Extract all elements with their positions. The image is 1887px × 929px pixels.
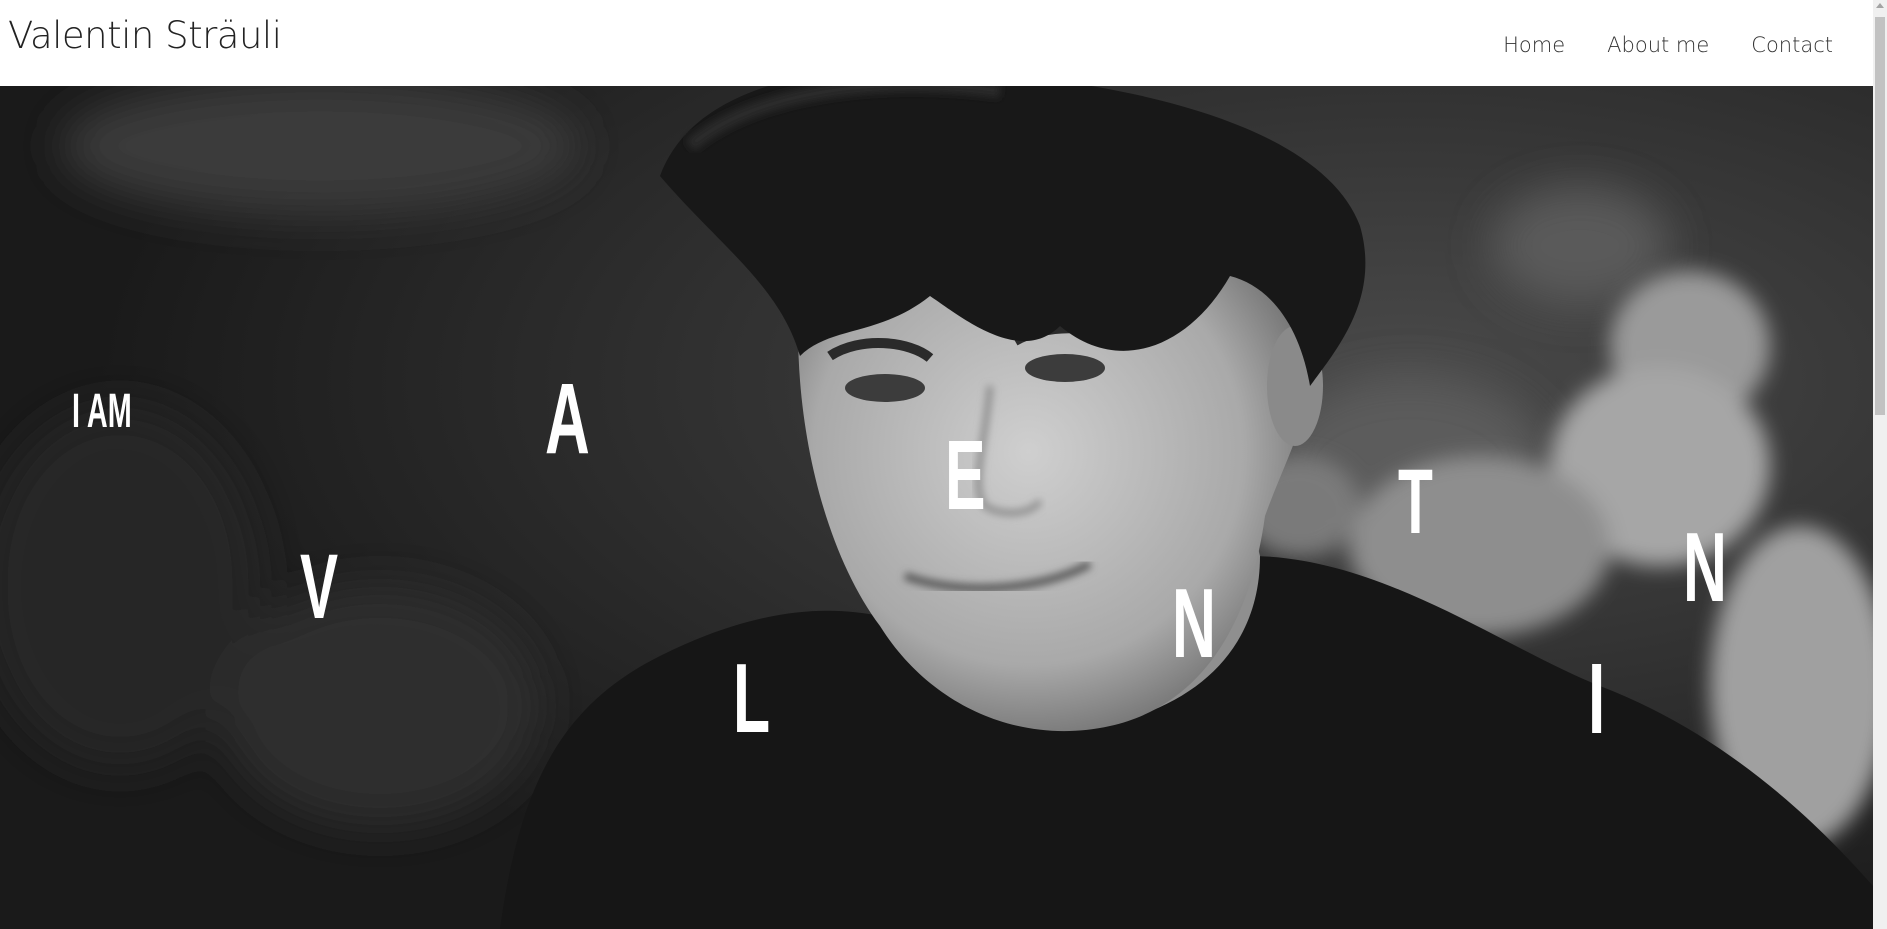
- hero-portrait-image: [0, 86, 1873, 929]
- nav-home-link[interactable]: Home: [1503, 33, 1565, 57]
- hero-letter: A: [545, 363, 590, 475]
- hero-letter: T: [1398, 451, 1433, 553]
- site-title-link[interactable]: Valentin Sträuli: [8, 14, 282, 57]
- scrollbar-thumb[interactable]: [1875, 17, 1885, 415]
- hero-letter: N: [1683, 512, 1727, 622]
- hero-letter: V: [300, 536, 339, 638]
- page-scrollbar[interactable]: [1873, 0, 1887, 929]
- nav-about-link[interactable]: About me: [1607, 33, 1709, 57]
- site-header: Valentin Sträuli Home About me Contact: [0, 0, 1873, 86]
- hero-letter: I: [1588, 643, 1606, 755]
- scroll-up-arrow-icon[interactable]: [1876, 3, 1884, 8]
- main-nav: Home About me Contact: [1503, 33, 1833, 57]
- hero-letter: L: [733, 643, 771, 753]
- hero-letter: N: [1172, 568, 1216, 678]
- hero-letter: E: [945, 420, 986, 530]
- page: Valentin Sträuli Home About me Contact I…: [0, 0, 1887, 929]
- hero-intro-text: I AM: [72, 385, 132, 438]
- hero-section: I AM V A L E N T I N: [0, 86, 1873, 929]
- nav-contact-link[interactable]: Contact: [1751, 33, 1833, 57]
